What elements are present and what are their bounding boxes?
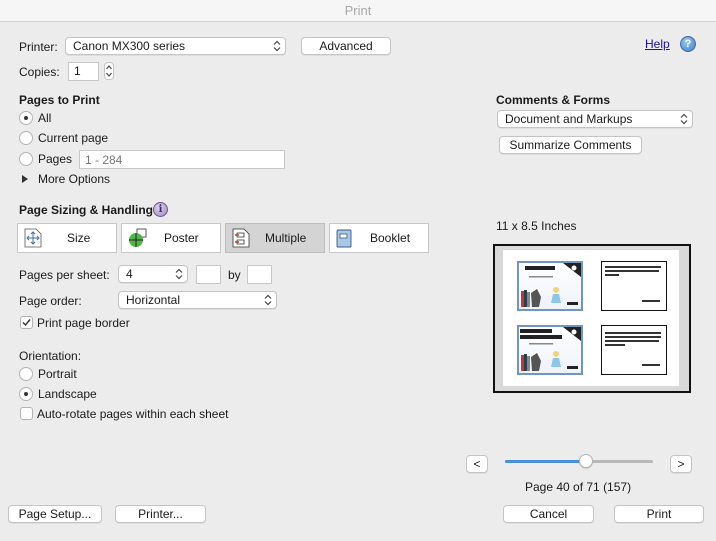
page-order-select[interactable]: Horizontal: [118, 291, 277, 309]
window-title: Print: [344, 3, 372, 18]
booklet-icon: [336, 229, 352, 248]
next-page-button[interactable]: >: [670, 455, 692, 473]
help-link[interactable]: Help: [645, 37, 670, 51]
preview-paper: [503, 250, 679, 386]
stepper-arrows-icon: [106, 65, 112, 77]
preview-thumbnail-cover: [517, 261, 583, 311]
grid-columns-input[interactable]: [196, 265, 221, 284]
page-setup-button[interactable]: Page Setup...: [8, 505, 102, 523]
copies-input[interactable]: 1: [68, 62, 99, 81]
mode-booklet-button[interactable]: Booklet: [329, 223, 429, 253]
poster-icon: [129, 228, 147, 247]
paper-size-label: 11 x 8.5 Inches: [496, 219, 577, 233]
mode-multiple-button[interactable]: Multiple: [225, 223, 325, 253]
chevron-updown-icon: [680, 113, 688, 125]
print-preview: [493, 244, 691, 393]
pages-to-print-heading: Pages to Print: [19, 93, 100, 107]
radio-all-label: All: [38, 111, 52, 125]
chevron-updown-icon: [273, 40, 281, 52]
page-range-input[interactable]: [79, 150, 285, 169]
comments-forms-value: Document and Markups: [505, 112, 633, 126]
advanced-button[interactable]: Advanced: [301, 37, 391, 55]
radio-all[interactable]: [19, 111, 33, 125]
pages-per-sheet-select[interactable]: 4: [118, 265, 188, 283]
print-border-label: Print page border: [37, 316, 130, 330]
pages-per-sheet-value: 4: [126, 267, 133, 281]
radio-current-page[interactable]: [19, 131, 33, 145]
chevron-updown-icon: [264, 294, 272, 306]
printer-button[interactable]: Printer...: [115, 505, 206, 523]
preview-thumbnail-text: [601, 261, 667, 311]
copies-stepper[interactable]: [104, 62, 114, 80]
auto-rotate-checkbox[interactable]: [20, 407, 33, 420]
info-icon[interactable]: i: [153, 202, 168, 217]
printer-select[interactable]: Canon MX300 series: [65, 37, 286, 55]
page-order-label: Page order:: [19, 294, 82, 308]
mode-size-label: Size: [67, 231, 91, 245]
page-slider[interactable]: [505, 454, 653, 468]
print-button[interactable]: Print: [614, 505, 704, 523]
page-status: Page 40 of 71 (157): [525, 480, 632, 494]
radio-landscape[interactable]: [19, 387, 33, 401]
pages-per-sheet-label: Pages per sheet:: [19, 268, 110, 282]
multiple-pages-icon: [232, 228, 250, 248]
by-label: by: [228, 268, 241, 282]
copies-label: Copies:: [19, 65, 60, 79]
window-title-bar: Print: [0, 0, 716, 22]
grid-rows-input[interactable]: [247, 265, 272, 284]
comments-forms-heading: Comments & Forms: [496, 93, 611, 107]
page-slider-fill: [505, 460, 586, 463]
summarize-comments-button[interactable]: Summarize Comments: [499, 136, 642, 154]
page-slider-knob[interactable]: [579, 454, 593, 468]
previous-page-button[interactable]: <: [466, 455, 488, 473]
radio-portrait[interactable]: [19, 367, 33, 381]
preview-thumbnail-text: [601, 325, 667, 375]
mode-poster-button[interactable]: Poster: [121, 223, 221, 253]
print-border-checkbox[interactable]: [20, 316, 33, 329]
chevron-updown-icon: [175, 268, 183, 280]
more-options-toggle[interactable]: More Options: [38, 172, 110, 186]
checkmark-icon: [22, 319, 31, 327]
page-sizing-heading: Page Sizing & Handling: [19, 203, 154, 217]
auto-rotate-label: Auto-rotate pages within each sheet: [37, 407, 229, 421]
preview-thumbnail-cover: [517, 325, 583, 375]
radio-current-page-label: Current page: [38, 131, 109, 145]
printer-value: Canon MX300 series: [73, 39, 186, 53]
mode-booklet-label: Booklet: [370, 231, 411, 245]
mode-multiple-label: Multiple: [265, 231, 307, 245]
mode-poster-label: Poster: [164, 231, 199, 245]
printer-label: Printer:: [19, 40, 58, 54]
radio-landscape-label: Landscape: [38, 387, 97, 401]
page-order-value: Horizontal: [126, 293, 181, 307]
resize-icon: [24, 228, 42, 248]
disclosure-triangle-icon[interactable]: [22, 175, 28, 183]
radio-pages[interactable]: [19, 152, 33, 166]
question-icon[interactable]: ?: [680, 36, 696, 52]
mode-size-button[interactable]: Size: [17, 223, 117, 253]
radio-portrait-label: Portrait: [38, 367, 77, 381]
orientation-label: Orientation:: [19, 349, 82, 363]
cancel-button[interactable]: Cancel: [503, 505, 594, 523]
comments-forms-select[interactable]: Document and Markups: [497, 110, 693, 128]
radio-pages-label: Pages: [38, 152, 73, 166]
